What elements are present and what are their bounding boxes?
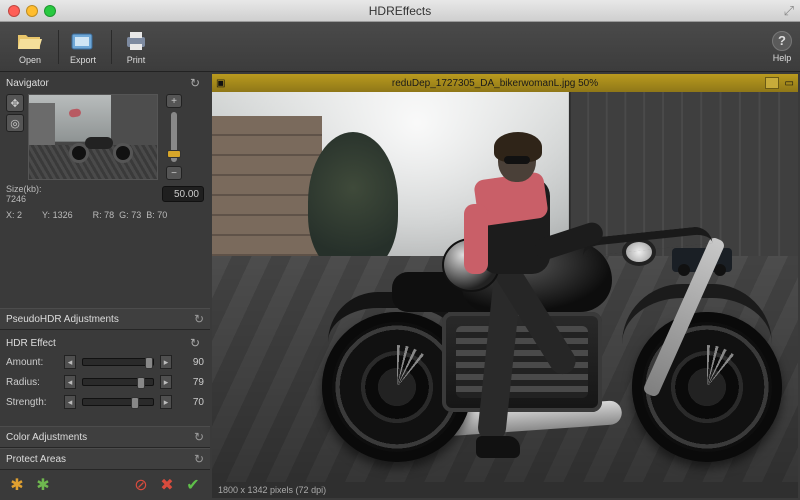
- document-statusbar: 1800 x 1342 pixels (72 dpi): [212, 482, 798, 498]
- radius-decrement[interactable]: ◂: [64, 375, 76, 389]
- document-titlebar[interactable]: ▣ reduDep_1727305_DA_bikerwomanL.jpg 50%…: [212, 74, 798, 92]
- zoom-out-button[interactable]: −: [166, 166, 182, 180]
- open-button[interactable]: Open: [8, 29, 52, 65]
- image-canvas[interactable]: [212, 92, 798, 482]
- size-label: Size(kb):: [6, 184, 42, 194]
- color-adjustments-header[interactable]: Color Adjustments ↻: [0, 426, 210, 448]
- protect-areas-title: Protect Areas: [6, 454, 66, 465]
- reset-icon[interactable]: ↻: [194, 452, 204, 466]
- cancel-icon[interactable]: ⊘: [132, 476, 150, 494]
- gear-green-icon[interactable]: ✱: [34, 476, 52, 494]
- coord-x-value: 2: [17, 210, 22, 220]
- export-button[interactable]: Export: [61, 29, 105, 65]
- document-minimize-button[interactable]: [765, 77, 779, 89]
- coord-g-value: 73: [131, 210, 141, 220]
- hdr-effect-reset-icon[interactable]: ↻: [190, 336, 204, 350]
- zoom-slider[interactable]: [171, 112, 177, 162]
- coord-r-value: 78: [104, 210, 114, 220]
- toolbar-separator: [58, 30, 59, 64]
- nav-fit-tool[interactable]: ◎: [6, 114, 24, 132]
- document-app-icon: ▣: [216, 78, 225, 89]
- reset-icon[interactable]: ↻: [194, 430, 204, 444]
- document-title: reduDep_1727305_DA_bikerwomanL.jpg 50%: [231, 78, 758, 89]
- strength-decrement[interactable]: ◂: [64, 395, 76, 409]
- reset-icon[interactable]: ↻: [194, 312, 204, 326]
- window-title: HDREffects: [0, 4, 800, 18]
- amount-value: 90: [178, 357, 204, 368]
- zoom-value-input[interactable]: [162, 186, 204, 202]
- help-icon: ?: [772, 31, 792, 51]
- canvas-area: ▣ reduDep_1727305_DA_bikerwomanL.jpg 50%…: [210, 72, 800, 500]
- radius-row: Radius: ◂ ▸ 79: [0, 372, 210, 392]
- open-label: Open: [19, 55, 41, 65]
- apply-icon[interactable]: ✔: [184, 476, 202, 494]
- strength-label: Strength:: [6, 397, 58, 408]
- left-sidebar: Navigator ↻ ✥ ◎ + − Size(kb): 7246: [0, 72, 210, 500]
- navigator-title: Navigator: [6, 78, 49, 89]
- help-label: Help: [773, 53, 792, 63]
- help-button[interactable]: ? Help: [772, 31, 792, 63]
- size-value: 7246: [6, 194, 42, 204]
- radius-label: Radius:: [6, 377, 58, 388]
- nav-hand-tool[interactable]: ✥: [6, 94, 24, 112]
- amount-increment[interactable]: ▸: [160, 355, 172, 369]
- color-adjustments-title: Color Adjustments: [6, 432, 87, 443]
- strength-increment[interactable]: ▸: [160, 395, 172, 409]
- radius-value: 79: [178, 377, 204, 388]
- coord-b-value: 70: [157, 210, 167, 220]
- coord-b-label: B:: [146, 210, 155, 220]
- toolbar-separator: [111, 30, 112, 64]
- pseudohdr-section-header[interactable]: PseudoHDR Adjustments ↻: [0, 308, 210, 330]
- print-label: Print: [127, 55, 146, 65]
- print-button[interactable]: Print: [114, 29, 158, 65]
- coord-r-label: R:: [93, 210, 102, 220]
- action-row: ✱ ✱ ⊘ ✖ ✔: [0, 470, 210, 500]
- protect-areas-header[interactable]: Protect Areas ↻: [0, 448, 210, 470]
- window-titlebar: HDREffects ⤢: [0, 0, 800, 22]
- radius-slider[interactable]: [82, 378, 154, 386]
- amount-label: Amount:: [6, 357, 58, 368]
- strength-value: 70: [178, 397, 204, 408]
- printer-icon: [122, 29, 150, 53]
- gear-orange-icon[interactable]: ✱: [8, 476, 26, 494]
- amount-slider[interactable]: [82, 358, 154, 366]
- radius-increment[interactable]: ▸: [160, 375, 172, 389]
- document-dimensions: 1800 x 1342 pixels (72 dpi): [218, 485, 326, 495]
- coord-y-value: 1326: [53, 210, 73, 220]
- amount-decrement[interactable]: ◂: [64, 355, 76, 369]
- export-icon: [69, 29, 97, 53]
- document-maximize-button[interactable]: ▭: [785, 78, 794, 89]
- window-resize-icon: ⤢: [784, 3, 794, 19]
- amount-row: Amount: ◂ ▸ 90: [0, 352, 210, 372]
- navigator-reset-icon[interactable]: ↻: [190, 76, 204, 90]
- folder-open-icon: [16, 29, 44, 53]
- zoom-in-button[interactable]: +: [166, 94, 182, 108]
- close-icon[interactable]: ✖: [158, 476, 176, 494]
- navigator-thumbnail[interactable]: [28, 94, 158, 180]
- main-toolbar: Open Export Print ? Help: [0, 22, 800, 72]
- export-label: Export: [70, 55, 96, 65]
- coord-x-label: X:: [6, 210, 15, 220]
- strength-row: Strength: ◂ ▸ 70: [0, 392, 210, 412]
- coord-g-label: G:: [119, 210, 129, 220]
- pseudohdr-title: PseudoHDR Adjustments: [6, 314, 119, 325]
- coord-y-label: Y:: [42, 210, 50, 220]
- strength-slider[interactable]: [82, 398, 154, 406]
- hdr-effect-title: HDR Effect: [6, 338, 56, 349]
